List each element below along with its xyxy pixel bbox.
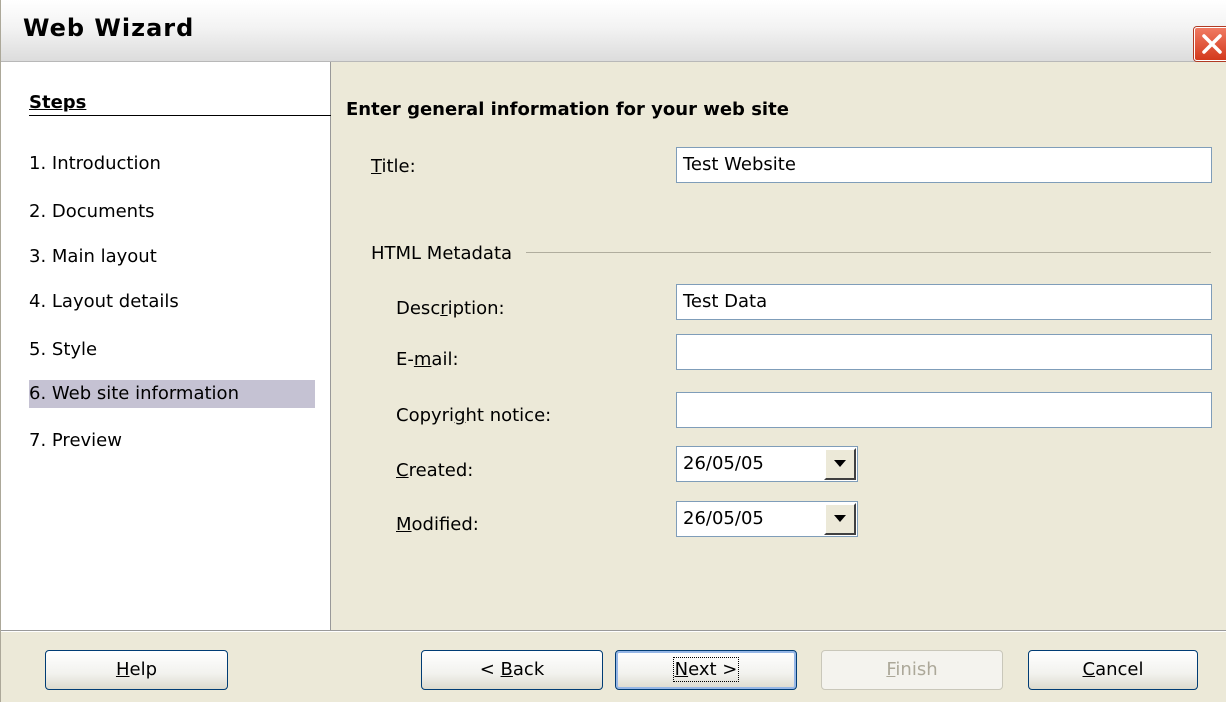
close-icon [1202, 34, 1222, 54]
step-introduction[interactable]: 1. Introduction [29, 150, 315, 178]
step-main-layout[interactable]: 3. Main layout [29, 243, 315, 271]
title-label: Title: [371, 156, 416, 177]
finish-button-label: Finish [886, 659, 938, 680]
copyright-label: Copyright notice: [396, 405, 552, 426]
next-button[interactable]: Next > [615, 650, 797, 690]
cancel-button[interactable]: Cancel [1028, 650, 1198, 690]
steps-panel: Steps 1. Introduction 2. Documents 3. Ma… [1, 62, 331, 630]
html-metadata-group-label: HTML Metadata [371, 243, 513, 264]
title-bar: Web Wizard [1, 0, 1226, 62]
email-label: E-mail: [396, 349, 459, 370]
description-label: Description: [396, 298, 505, 319]
group-divider [526, 252, 1211, 253]
created-label: Created: [396, 460, 474, 481]
web-wizard-window: Web Wizard Steps 1. Introduction 2. Docu… [0, 0, 1226, 702]
window-title: Web Wizard [23, 14, 195, 42]
close-button[interactable] [1194, 27, 1226, 61]
chevron-down-icon [834, 460, 846, 467]
description-input[interactable]: Test Data [676, 284, 1212, 320]
back-button[interactable]: < Back [421, 650, 603, 690]
step-documents[interactable]: 2. Documents [29, 198, 315, 226]
footer-divider-highlight [1, 631, 1226, 632]
created-date-value: 26/05/05 [683, 453, 764, 474]
created-dropdown-button[interactable] [824, 448, 856, 480]
back-button-label: < Back [479, 659, 545, 680]
modified-label: Modified: [396, 514, 479, 535]
created-date-field[interactable]: 26/05/05 [676, 446, 858, 482]
modified-date-field[interactable]: 26/05/05 [676, 501, 858, 537]
cancel-button-label: Cancel [1082, 659, 1144, 680]
step-preview[interactable]: 7. Preview [29, 427, 315, 455]
help-button[interactable]: Help [45, 650, 228, 690]
page-heading: Enter general information for your web s… [346, 99, 789, 120]
step-style[interactable]: 5. Style [29, 336, 315, 364]
modified-date-value: 26/05/05 [683, 508, 764, 529]
email-input[interactable] [676, 334, 1212, 370]
chevron-down-icon [834, 515, 846, 522]
steps-heading: Steps [29, 92, 87, 113]
title-input[interactable]: Test Website [676, 147, 1212, 183]
steps-divider [29, 115, 331, 116]
step-layout-details[interactable]: 4. Layout details [29, 288, 315, 316]
step-web-site-information[interactable]: 6. Web site information [29, 380, 315, 408]
help-button-label: Help [115, 659, 158, 680]
modified-dropdown-button[interactable] [824, 503, 856, 535]
copyright-input[interactable] [676, 392, 1212, 428]
next-button-label: Next > [672, 657, 740, 682]
finish-button: Finish [821, 650, 1003, 690]
